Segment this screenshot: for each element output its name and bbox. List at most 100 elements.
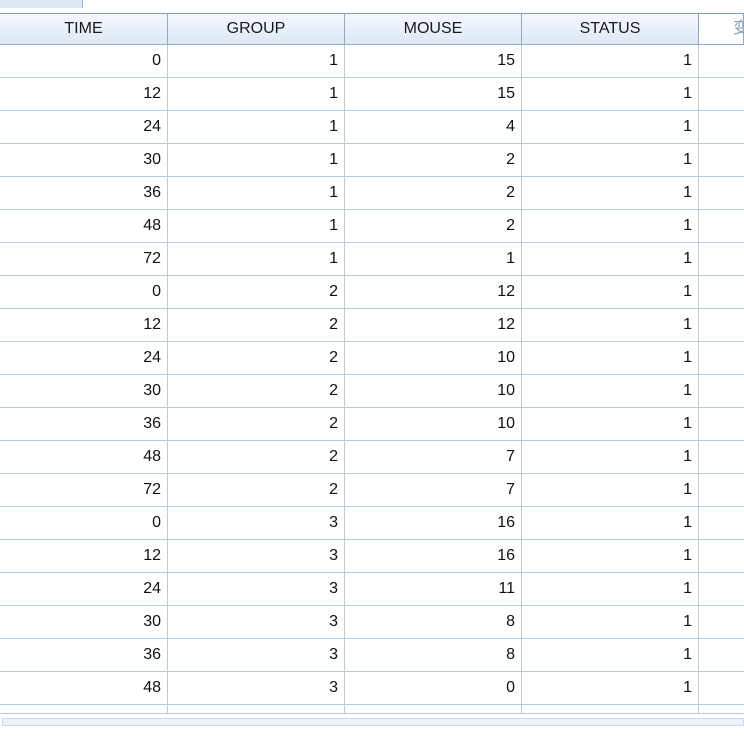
cell-empty[interactable]	[699, 309, 744, 342]
cell-mouse[interactable]: 10	[345, 375, 522, 408]
cell-status[interactable]: 1	[522, 606, 699, 639]
cell-mouse[interactable]: 12	[345, 309, 522, 342]
cell-empty[interactable]	[699, 507, 744, 540]
cell-time[interactable]: 24	[0, 111, 168, 144]
cell-status[interactable]: 1	[522, 243, 699, 276]
cell-empty[interactable]	[699, 441, 744, 474]
cell-group[interactable]: 3	[168, 573, 345, 606]
cell-time[interactable]: 36	[0, 408, 168, 441]
cell-status[interactable]: 1	[522, 507, 699, 540]
column-header-group[interactable]: GROUP	[168, 14, 345, 45]
cell-time[interactable]: 0	[0, 507, 168, 540]
cell-status[interactable]: 1	[522, 441, 699, 474]
cell-time[interactable]: 12	[0, 78, 168, 111]
cell-status[interactable]: 1	[522, 210, 699, 243]
cell-time[interactable]: 30	[0, 606, 168, 639]
cell-time[interactable]: 30	[0, 144, 168, 177]
cell-status[interactable]: 1	[522, 672, 699, 705]
column-header-mouse[interactable]: MOUSE	[345, 14, 522, 45]
cell-mouse[interactable]: 7	[345, 474, 522, 507]
cell-time[interactable]: 72	[0, 243, 168, 276]
cell-mouse[interactable]: 11	[345, 573, 522, 606]
cell-time[interactable]: 30	[0, 375, 168, 408]
cell-group[interactable]: 2	[168, 276, 345, 309]
cell-group[interactable]: 1	[168, 177, 345, 210]
cell-empty[interactable]	[699, 672, 744, 705]
cell-time[interactable]: 12	[0, 309, 168, 342]
cell-mouse[interactable]: 10	[345, 408, 522, 441]
cell-time[interactable]: 24	[0, 342, 168, 375]
cell-status[interactable]: 1	[522, 309, 699, 342]
cell-group[interactable]: 1	[168, 45, 345, 78]
cell-time[interactable]: 36	[0, 639, 168, 672]
cell-group[interactable]: 2	[168, 375, 345, 408]
cell-empty[interactable]	[699, 342, 744, 375]
cell-empty[interactable]	[699, 408, 744, 441]
cell-group[interactable]: 1	[168, 78, 345, 111]
cell-group[interactable]: 1	[168, 111, 345, 144]
cell-mouse[interactable]: 1	[345, 243, 522, 276]
cell-mouse[interactable]: 0	[345, 672, 522, 705]
cell-empty[interactable]	[699, 705, 744, 713]
cell-empty[interactable]	[699, 177, 744, 210]
cell-group[interactable]: 2	[168, 474, 345, 507]
cell-group[interactable]: 2	[168, 441, 345, 474]
cell-group[interactable]: 1	[168, 144, 345, 177]
cell-group[interactable]: 3	[168, 705, 345, 713]
cell-mouse[interactable]: 4	[345, 111, 522, 144]
horizontal-scrollbar[interactable]	[2, 718, 744, 726]
cell-status[interactable]: 1	[522, 573, 699, 606]
cell-mouse[interactable]: 12	[345, 276, 522, 309]
cell-status[interactable]: 1	[522, 45, 699, 78]
column-header-status[interactable]: STATUS	[522, 14, 699, 45]
cell-status[interactable]: 1	[522, 474, 699, 507]
cell-empty[interactable]	[699, 639, 744, 672]
cell-status[interactable]: 1	[522, 144, 699, 177]
cell-group[interactable]: 1	[168, 243, 345, 276]
cell-status[interactable]: 1	[522, 276, 699, 309]
cell-mouse[interactable]: 2	[345, 210, 522, 243]
cell-mouse[interactable]: 2	[345, 144, 522, 177]
cell-time[interactable]: 0	[0, 276, 168, 309]
cell-status[interactable]: 1	[522, 342, 699, 375]
cell-time[interactable]: 48	[0, 441, 168, 474]
sheet-tab[interactable]	[0, 0, 83, 8]
column-header-variable[interactable]: 变	[699, 14, 744, 45]
cell-mouse[interactable]: 0	[345, 705, 522, 713]
cell-empty[interactable]	[699, 45, 744, 78]
cell-mouse[interactable]: 7	[345, 441, 522, 474]
cell-mouse[interactable]: 15	[345, 78, 522, 111]
cell-group[interactable]: 2	[168, 309, 345, 342]
cell-status[interactable]: 1	[522, 177, 699, 210]
cell-group[interactable]: 2	[168, 408, 345, 441]
cell-time[interactable]: 36	[0, 177, 168, 210]
cell-empty[interactable]	[699, 210, 744, 243]
cell-time[interactable]: 72	[0, 474, 168, 507]
cell-empty[interactable]	[699, 573, 744, 606]
cell-time[interactable]: 72	[0, 705, 168, 713]
cell-group[interactable]: 2	[168, 342, 345, 375]
cell-status[interactable]: 1	[522, 705, 699, 713]
cell-status[interactable]: 1	[522, 78, 699, 111]
cell-status[interactable]: 1	[522, 375, 699, 408]
cell-time[interactable]: 48	[0, 210, 168, 243]
cell-group[interactable]: 3	[168, 540, 345, 573]
cell-group[interactable]: 3	[168, 606, 345, 639]
cell-group[interactable]: 3	[168, 639, 345, 672]
cell-mouse[interactable]: 16	[345, 540, 522, 573]
cell-mouse[interactable]: 8	[345, 606, 522, 639]
cell-time[interactable]: 12	[0, 540, 168, 573]
cell-time[interactable]: 0	[0, 45, 168, 78]
cell-time[interactable]: 24	[0, 573, 168, 606]
cell-status[interactable]: 1	[522, 408, 699, 441]
cell-mouse[interactable]: 16	[345, 507, 522, 540]
cell-mouse[interactable]: 8	[345, 639, 522, 672]
cell-status[interactable]: 1	[522, 111, 699, 144]
column-header-time[interactable]: TIME	[0, 14, 168, 45]
cell-mouse[interactable]: 10	[345, 342, 522, 375]
cell-group[interactable]: 3	[168, 507, 345, 540]
cell-empty[interactable]	[699, 144, 744, 177]
cell-empty[interactable]	[699, 243, 744, 276]
cell-empty[interactable]	[699, 276, 744, 309]
cell-status[interactable]: 1	[522, 639, 699, 672]
